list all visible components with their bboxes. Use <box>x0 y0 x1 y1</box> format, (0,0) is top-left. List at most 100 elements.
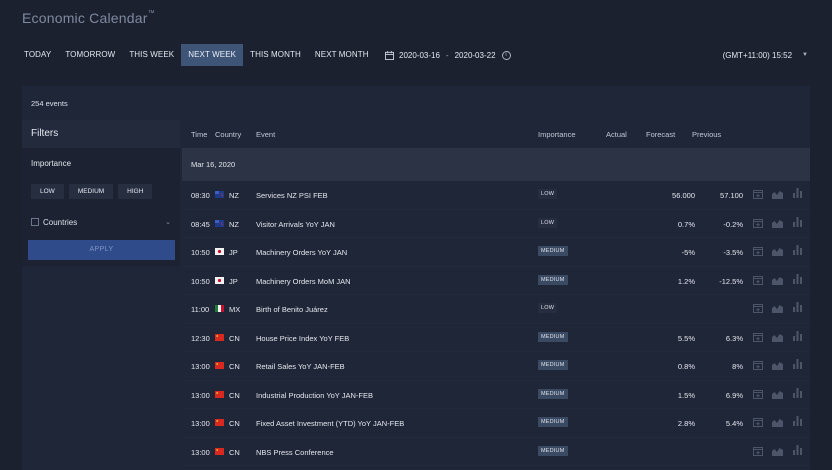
nz-flag-icon <box>215 219 224 227</box>
importance-high-button[interactable]: HIGH <box>118 184 153 199</box>
bar-chart-icon[interactable] <box>793 216 802 227</box>
bar-chart-icon[interactable] <box>793 302 802 312</box>
bar-chart-icon[interactable] <box>793 330 802 341</box>
bar-chart-icon[interactable] <box>793 188 802 198</box>
row-country: NZ <box>229 219 239 229</box>
header-forecast: Forecast <box>646 130 676 139</box>
row-country: NZ <box>229 191 239 200</box>
calendar-panel: 254 events Filters Importance LOW MEDIUM… <box>22 86 810 470</box>
row-event[interactable]: Industrial Production YoY JAN-FEB <box>256 391 373 400</box>
table-row[interactable]: 10:50 JP Machinery Orders MoM JAN MEDIUM 1.2… <box>182 267 810 295</box>
area-chart-icon[interactable] <box>772 218 783 228</box>
table-row[interactable]: 13:00 CN Retail Sales YoY JAN-FEB MEDIUM 0.8… <box>182 352 810 381</box>
importance-badge: MEDIUM <box>538 388 568 399</box>
calendar-add-icon[interactable] <box>753 446 763 456</box>
header-previous: Previous <box>692 130 722 139</box>
table-row[interactable]: 13:00 CN Industrial Production YoY JAN-FEB… <box>182 381 810 409</box>
row-event[interactable]: Machinery Orders YoY JAN <box>256 248 347 257</box>
table-row[interactable]: 08:30 NZ Services NZ PSI FEB LOW 56.000 57.10… <box>182 181 810 210</box>
row-event[interactable]: Services NZ PSI FEB <box>256 191 328 200</box>
apply-button[interactable]: APPLY <box>28 240 175 260</box>
area-chart-icon[interactable] <box>772 360 783 370</box>
calendar-add-icon[interactable] <box>753 246 763 256</box>
row-previous: -0.2% <box>723 219 743 229</box>
date-range-picker[interactable]: 2020-03-16 - 2020-03-22 i <box>385 44 511 66</box>
cn-flag-icon <box>215 419 224 426</box>
filters-panel: Filters Importance LOW MEDIUM HIGH Count… <box>22 120 180 266</box>
bar-chart-icon[interactable] <box>793 245 802 255</box>
table-row[interactable]: 12:30 CN House Price Index YoY FEB MEDIUM 5.… <box>182 324 810 352</box>
calendar-add-icon[interactable] <box>753 275 763 285</box>
bar-chart-icon[interactable] <box>793 444 802 455</box>
row-time: 10:50 <box>191 248 210 257</box>
table-header: Time Country Event Importance Actual For… <box>182 120 810 148</box>
row-event[interactable]: Fixed Asset Investment (YTD) YoY JAN-FEB <box>256 419 404 428</box>
tab-tomorrow[interactable]: TOMORROW <box>58 44 122 66</box>
row-event[interactable]: NBS Press Conference <box>256 448 334 457</box>
calendar-add-icon[interactable] <box>753 303 763 313</box>
row-forecast: 1.2% <box>677 276 695 286</box>
bar-chart-icon[interactable] <box>793 387 802 398</box>
row-event[interactable]: Retail Sales YoY JAN-FEB <box>256 362 345 371</box>
calendar-add-icon[interactable] <box>753 389 763 399</box>
date-range-start: 2020-03-16 <box>399 50 440 60</box>
countries-checkbox[interactable] <box>31 218 39 226</box>
row-forecast: 1.5% <box>677 390 695 400</box>
area-chart-icon[interactable] <box>772 275 783 285</box>
importance-badge: MEDIUM <box>538 331 568 342</box>
area-chart-icon[interactable] <box>772 446 783 456</box>
bar-chart-icon[interactable] <box>793 359 802 369</box>
area-chart-icon[interactable] <box>772 246 783 256</box>
calendar-add-icon[interactable] <box>753 360 763 370</box>
table-row[interactable]: 10:50 JP Machinery Orders YoY JAN MEDIUM -5%… <box>182 238 810 267</box>
date-group-label: Mar 16, 2020 <box>191 160 236 169</box>
importance-badge: MEDIUM <box>538 360 568 370</box>
tab-today[interactable]: TODAY <box>17 44 58 66</box>
calendar-icon <box>385 50 394 60</box>
timezone-selector[interactable]: (GMT+11:00) 15:52 ▼ <box>723 44 808 66</box>
date-range-separator: - <box>445 50 449 60</box>
row-event[interactable]: House Price Index YoY FEB <box>256 334 349 343</box>
row-country: CN <box>229 390 240 400</box>
importance-buttons: LOW MEDIUM HIGH <box>31 184 153 199</box>
table-body: 08:30 NZ Services NZ PSI FEB LOW 56.000 57.10… <box>182 181 810 466</box>
bar-chart-icon[interactable] <box>793 416 802 426</box>
info-icon[interactable]: i <box>501 50 511 60</box>
row-forecast: 5.5% <box>677 333 695 343</box>
row-country: CN <box>229 447 240 457</box>
cn-flag-icon <box>215 362 224 369</box>
table-row[interactable]: 11:00 MX Birth of Benito Juárez LOW <box>182 295 810 324</box>
date-group-row: Mar 16, 2020 <box>182 148 810 181</box>
tab-next-month[interactable]: NEXT MONTH <box>308 44 376 66</box>
importance-low-button[interactable]: LOW <box>31 184 64 199</box>
importance-badge: LOW <box>538 217 558 228</box>
calendar-add-icon[interactable] <box>753 189 763 199</box>
row-previous: 5.4% <box>725 419 743 428</box>
tab-next-week[interactable]: NEXT WEEK <box>181 44 244 66</box>
date-range-end: 2020-03-22 <box>454 50 496 60</box>
row-time: 13:00 <box>191 362 210 371</box>
table-row[interactable]: 13:00 CN Fixed Asset Investment (YTD) YoY … <box>182 409 810 438</box>
mx-flag-icon <box>215 305 224 312</box>
row-event[interactable]: Visitor Arrivals YoY JAN <box>256 220 335 229</box>
area-chart-icon[interactable] <box>772 303 783 313</box>
area-chart-icon[interactable] <box>772 332 783 342</box>
cn-flag-icon <box>215 390 224 398</box>
calendar-add-icon[interactable] <box>753 218 763 228</box>
cn-flag-icon <box>215 333 224 341</box>
area-chart-icon[interactable] <box>772 189 783 199</box>
countries-dropdown[interactable]: Countries ⌄ <box>31 216 171 228</box>
tab-this-month[interactable]: THIS MONTH <box>243 44 308 66</box>
area-chart-icon[interactable] <box>772 417 783 427</box>
jp-flag-icon <box>215 248 224 255</box>
row-event[interactable]: Birth of Benito Juárez <box>256 305 328 314</box>
row-event[interactable]: Machinery Orders MoM JAN <box>256 277 351 286</box>
calendar-add-icon[interactable] <box>753 417 763 427</box>
calendar-add-icon[interactable] <box>753 332 763 342</box>
tab-this-week[interactable]: THIS WEEK <box>122 44 181 66</box>
table-row[interactable]: 13:00 CN NBS Press Conference MEDIUM <box>182 438 810 466</box>
bar-chart-icon[interactable] <box>793 273 802 284</box>
area-chart-icon[interactable] <box>772 389 783 399</box>
importance-medium-button[interactable]: MEDIUM <box>68 184 114 199</box>
table-row[interactable]: 08:45 NZ Visitor Arrivals YoY JAN LOW 0.7% -0… <box>182 210 810 238</box>
